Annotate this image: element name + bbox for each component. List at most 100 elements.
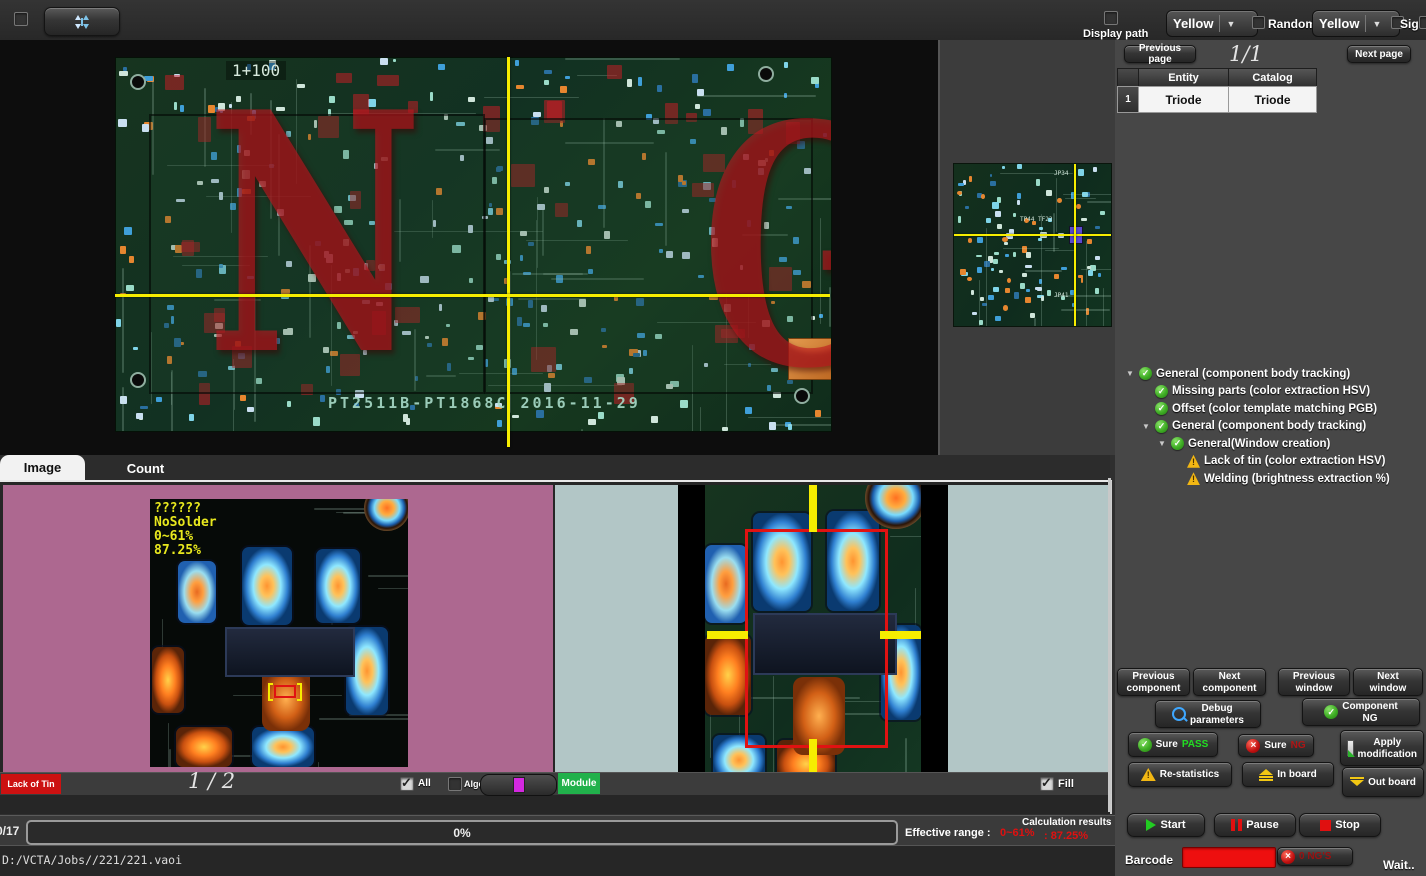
stop-button[interactable]: Stop (1299, 813, 1381, 837)
defect-page-indicator: 1 / 2 (188, 769, 235, 793)
edge-checkbox[interactable] (1419, 16, 1426, 29)
pcb-trace (1081, 269, 1112, 271)
chevron-down-icon[interactable]: ▼ (1226, 19, 1235, 29)
pcb-component (957, 191, 962, 195)
random-checkbox[interactable] (1252, 16, 1265, 29)
pcb-component (638, 77, 643, 85)
pcb-component (1095, 226, 1100, 229)
pcb-component (993, 287, 999, 292)
pcb-component (651, 416, 658, 422)
page-indicator: 1/1 (1229, 42, 1263, 66)
tree-item-label: General (component body tracking) (1156, 368, 1350, 380)
barcode-input[interactable] (1182, 847, 1276, 868)
pcb-board-image: 1+100 PT2511B-PT1868C 2016-11-29 N G (115, 57, 832, 432)
pcb-component (968, 238, 972, 243)
pcb-component (129, 256, 133, 264)
table-cell-catalog[interactable]: Triode (1228, 86, 1317, 113)
pcb-trace (1025, 270, 1062, 272)
inspection-tree: ▼✓General (component body tracking)✓Miss… (1119, 365, 1419, 488)
color-select-b[interactable]: Yellow ▼ (1312, 10, 1400, 37)
fill-checkbox[interactable] (1040, 777, 1054, 791)
view-tab-bar: Image Count (0, 455, 1110, 480)
next-window-button[interactable]: Nextwindow (1353, 668, 1423, 696)
pcb-trace (1034, 318, 1036, 327)
in-board-button[interactable]: In board (1242, 762, 1334, 787)
tree-item-6[interactable]: ! Welding (brightness extraction %) (1119, 470, 1419, 488)
toolbar-checkbox[interactable] (14, 12, 28, 26)
overlay-color-button[interactable] (480, 774, 557, 796)
sure-ng-button[interactable]: × Sure NG (1238, 734, 1314, 757)
tree-item-2[interactable]: ✓Offset (color template matching PGB) (1119, 400, 1419, 418)
pcb-component (544, 80, 548, 85)
pcb-component (1013, 213, 1016, 217)
table-cell-entity[interactable]: Triode (1138, 86, 1229, 113)
fit-view-button[interactable] (44, 7, 120, 36)
pause-button[interactable]: Pause (1214, 813, 1296, 837)
pcb-trace (1087, 201, 1112, 203)
ng-accent-label: NG (1291, 740, 1306, 751)
previous-page-button[interactable]: Previous page (1124, 45, 1196, 63)
start-button[interactable]: Start (1127, 813, 1205, 837)
pcb-component (1098, 273, 1101, 276)
pcb-trace (1056, 178, 1058, 232)
warning-icon: ! (1187, 472, 1200, 485)
pcb-trace (122, 387, 124, 433)
alarm-count-label: 0 NG'S (1299, 851, 1331, 862)
chevron-down-icon[interactable]: ▼ (1372, 19, 1381, 29)
progress-value: 0% (453, 826, 470, 840)
inspection-result-panel: ?????? NoSolder 0~61% 87.25% (0, 480, 1112, 814)
main-board-view[interactable]: 1+100 PT2511B-PT1868C 2016-11-29 N G (0, 40, 938, 455)
alignment-tick-bottom (809, 739, 817, 772)
next-page-button[interactable]: Next page (1347, 45, 1411, 63)
solder-pad (316, 549, 360, 623)
pcb-component (1087, 239, 1092, 244)
tree-item-3[interactable]: ▼✓General (component body tracking) (1119, 418, 1419, 436)
color-select-a[interactable]: Yellow ▼ (1166, 10, 1258, 37)
previous-window-button[interactable]: Previouswindow (1278, 668, 1350, 696)
table-header-catalog[interactable]: Catalog (1228, 68, 1317, 87)
all-label: All (418, 778, 431, 789)
tab-image[interactable]: Image (0, 455, 85, 480)
pcb-component (174, 102, 177, 110)
pcb-trace (890, 536, 921, 538)
previous-component-button[interactable]: Previouscomponent (1117, 668, 1190, 696)
pcb-component (1025, 265, 1032, 268)
pcb-component (1005, 254, 1009, 257)
table-header-entity[interactable]: Entity (1138, 68, 1229, 87)
algorithm-checkbox[interactable] (448, 777, 462, 791)
zoom-thumbnail-image[interactable]: JP34 TP44 TF22 JP41 (953, 163, 1112, 327)
display-path-checkbox[interactable] (1104, 11, 1118, 25)
pcb-component (657, 85, 662, 91)
pcb-component (1020, 283, 1025, 289)
chevron-down-icon[interactable]: ▼ (1141, 422, 1151, 431)
debug-parameters-button[interactable]: Debugparameters (1155, 700, 1261, 728)
pcb-component (680, 400, 688, 408)
ng-overlay-letter-g: G (701, 96, 832, 400)
tree-item-1[interactable]: ✓Missing parts (color extraction HSV) (1119, 383, 1419, 401)
chevron-down-icon[interactable]: ▼ (1125, 369, 1135, 378)
pcb-trace (122, 268, 124, 373)
chevron-down-icon[interactable]: ▼ (1157, 439, 1167, 448)
re-statistics-button[interactable]: ! Re-statistics (1128, 762, 1232, 787)
next-component-button[interactable]: Nextcomponent (1193, 668, 1266, 696)
pcb-component (1017, 200, 1020, 204)
apply-modification-button[interactable]: Applymodification (1340, 730, 1424, 766)
reference-image-panel[interactable] (555, 485, 1108, 772)
all-checkbox[interactable] (400, 777, 414, 791)
solder-pad (705, 545, 747, 623)
pcb-component (1007, 278, 1011, 283)
sure-pass-button[interactable]: ✓ Sure PASS (1128, 732, 1218, 757)
tree-item-5[interactable]: !Lack of tin (color extraction HSV) (1119, 453, 1419, 471)
tree-item-0[interactable]: ▼✓General (component body tracking) (1119, 365, 1419, 383)
pcb-component (991, 268, 994, 271)
defect-image-panel[interactable]: ?????? NoSolder 0~61% 87.25% (3, 485, 553, 772)
component-ng-button[interactable]: ✓ ComponentNG (1302, 698, 1420, 726)
tab-count[interactable]: Count (88, 457, 203, 480)
pcb-trace (1065, 198, 1096, 200)
out-board-icon (1350, 777, 1364, 787)
tree-item-label: Welding (brightness extraction %) (1204, 473, 1390, 485)
tree-item-4[interactable]: ▼✓General(Window creation) (1119, 435, 1419, 453)
alarm-indicator-button[interactable]: × 0 NG'S (1277, 847, 1353, 866)
pcb-component (515, 60, 519, 66)
out-board-button[interactable]: Out board (1342, 767, 1424, 797)
